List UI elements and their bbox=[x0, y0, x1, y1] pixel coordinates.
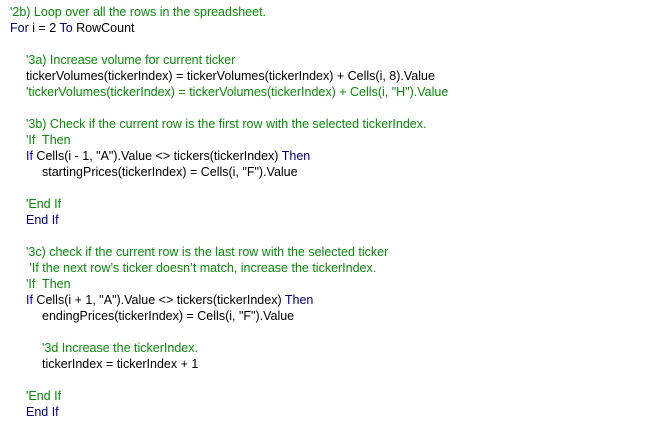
code-line-if-last-row: If Cells(i + 1, "A").Value <> tickers(ti… bbox=[26, 292, 313, 308]
keyword-then: Then bbox=[284, 293, 314, 307]
keyword-if: If bbox=[26, 149, 33, 163]
code-line-ticker-volumes: tickerVolumes(tickerIndex) = tickerVolum… bbox=[26, 69, 435, 83]
code-line-ending-prices: endingPrices(tickerIndex) = Cells(i, "F"… bbox=[42, 309, 295, 323]
code-line-comment-3d: '3d Increase the tickerIndex. bbox=[42, 341, 198, 355]
code-line-comment-next-row: 'If the next row’s ticker doesn’t match,… bbox=[26, 261, 377, 275]
code-line-comment-3c: '3c) check if the current row is the las… bbox=[26, 245, 389, 259]
keyword-to: To bbox=[59, 21, 73, 35]
code-text: Cells(i - 1, "A").Value <> tickers(ticke… bbox=[32, 149, 282, 163]
code-line-comment-if-then-2: 'If Then bbox=[26, 277, 71, 291]
code-line-comment-3a: '3a) Increase volume for current ticker bbox=[26, 53, 236, 67]
code-line-for-loop: For i = 2 To RowCount bbox=[10, 20, 135, 36]
code-line-end-if: End If bbox=[26, 213, 59, 227]
keyword-for: For bbox=[10, 21, 29, 35]
code-line-comment-2b: '2b) Loop over all the rows in the sprea… bbox=[10, 5, 267, 19]
code-line-if-first-row: If Cells(i - 1, "A").Value <> tickers(ti… bbox=[26, 148, 310, 164]
code-line-comment-end-if-2: 'End If bbox=[26, 389, 62, 403]
code-line-commented-ticker-volumes: 'tickerVolumes(tickerIndex) = tickerVolu… bbox=[26, 85, 449, 99]
code-text: RowCount bbox=[72, 21, 135, 35]
code-text: i = 2 bbox=[28, 21, 60, 35]
code-line-comment-if-then: 'If Then bbox=[26, 133, 71, 147]
keyword-if: If bbox=[26, 293, 33, 307]
keyword-then: Then bbox=[281, 149, 311, 163]
code-line-increment-index: tickerIndex = tickerIndex + 1 bbox=[42, 357, 199, 371]
code-text: Cells(i + 1, "A").Value <> tickers(ticke… bbox=[32, 293, 285, 307]
code-line-starting-prices: startingPrices(tickerIndex) = Cells(i, "… bbox=[42, 165, 298, 179]
code-line-comment-3b: '3b) Check if the current row is the fir… bbox=[26, 117, 427, 131]
code-editor[interactable]: '2b) Loop over all the rows in the sprea… bbox=[0, 0, 648, 430]
code-line-end-if-2: End If bbox=[26, 405, 59, 419]
code-line-comment-end-if: 'End If bbox=[26, 197, 62, 211]
